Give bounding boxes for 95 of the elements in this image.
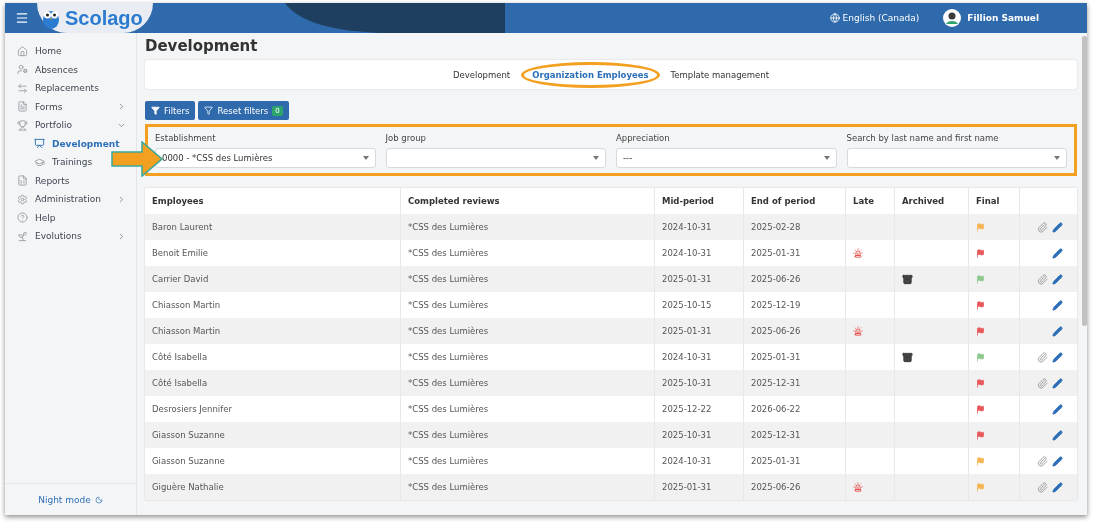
table-row[interactable]: Giasson Suzanne *CSS des Lumières 2025-10-31 2025-12-31 [145, 422, 1077, 448]
sidebar-item[interactable]: Portfolio [5, 116, 136, 135]
paperclip-icon[interactable] [1037, 221, 1048, 233]
sidebar-item-icon [17, 193, 28, 205]
sidebar-item-icon [17, 45, 28, 57]
filter-label: Search by last name and first name [846, 133, 1000, 143]
edit-icon[interactable] [1052, 351, 1063, 363]
sidebar-item-icon [17, 230, 28, 242]
table-cell-text: Benoit Emilie [151, 247, 209, 260]
caret-icon [823, 156, 830, 160]
caret-icon [593, 156, 599, 160]
language-selector[interactable]: English (Canada) [829, 13, 920, 23]
sidebar-subitem[interactable]: Trainings [5, 153, 97, 172]
sidebar-item[interactable]: Help [5, 208, 136, 227]
edit-icon[interactable] [1052, 403, 1063, 415]
table-row[interactable]: Giasson Suzanne *CSS des Lumières 2024-10-31 2025-01-31 [145, 448, 1077, 474]
edit-icon[interactable] [1052, 247, 1063, 259]
table-cell-text: Côté Isabella [151, 377, 209, 390]
avatar-icon[interactable] [943, 9, 962, 27]
sidebar-item[interactable]: Absences [5, 60, 136, 79]
caret-icon [1054, 156, 1060, 160]
table-row[interactable]: Côté Isabella *CSS des Lumières 2025-10-31 2025-12-31 [145, 370, 1077, 396]
column-header: Employees [151, 195, 205, 208]
sidebar-item-icon [34, 138, 45, 150]
select-field[interactable] [846, 148, 1067, 168]
edit-icon[interactable] [1052, 299, 1063, 311]
sidebar-item-icon [17, 212, 28, 224]
edit-icon[interactable] [1052, 429, 1063, 441]
tab[interactable]: Template management [670, 67, 769, 82]
table-row[interactable]: Desrosiers Jennifer *CSS des Lumières 2025-12-22 2026-06-22 [145, 396, 1077, 422]
tab[interactable]: Organization Employees [532, 67, 649, 82]
sidebar-item-icon [34, 156, 45, 168]
table-row[interactable]: Baron Laurent *CSS des Lumières 2024-10-31 2025-02-28 [145, 214, 1077, 240]
table-cell-text: Giasson Suzanne [151, 455, 226, 468]
table-cell: 2025-01-31 [654, 474, 743, 500]
moon-icon [94, 495, 103, 504]
table-cell: 2025-06-26 [743, 474, 845, 500]
sidebar-item-icon [17, 82, 28, 94]
caret-icon [362, 156, 369, 160]
filter-label: Appreciation [616, 133, 671, 143]
select-field[interactable] [385, 148, 606, 168]
table-cell-text: Baron Laurent [151, 221, 214, 234]
filters-button[interactable]: Filters [145, 101, 196, 120]
menu-icon[interactable] [15, 11, 29, 25]
sidebar-item[interactable]: Administration [5, 190, 136, 209]
sidebar-item[interactable]: Reports [5, 171, 136, 190]
page-title: Development [145, 37, 259, 55]
table-row[interactable]: Benoit Emilie *CSS des Lumières 2024-10-31 2025-01-31 [145, 240, 1077, 266]
table-cell-text: Desrosiers Jennifer [151, 403, 233, 416]
edit-icon[interactable] [1052, 221, 1063, 233]
sidebar-subitem[interactable]: Development [5, 134, 124, 153]
table-cell: *CSS des Lumières [400, 474, 654, 500]
edit-icon[interactable] [1052, 325, 1063, 337]
tab[interactable]: Development [453, 67, 511, 82]
paperclip-icon[interactable] [1037, 273, 1048, 285]
paperclip-icon[interactable] [1037, 481, 1048, 493]
table-row[interactable]: Giguère Nathalie *CSS des Lumières 2025-01-31 2025-06-26 [145, 474, 1077, 500]
select-field[interactable]: 0000 - *CSS des Lumières [155, 148, 376, 168]
table-row[interactable]: Chiasson Martin *CSS des Lumières 2025-01-31 2025-06-26 [145, 318, 1077, 344]
chevron-icon [117, 231, 126, 241]
filter-icon [204, 106, 214, 115]
sidebar-item-icon [17, 175, 28, 187]
filter-label: Job group [385, 133, 427, 143]
globe-icon [829, 13, 840, 23]
edit-icon[interactable] [1052, 455, 1063, 467]
table-cell-text: Chiasson Martin [151, 299, 222, 312]
paperclip-icon[interactable] [1037, 455, 1048, 467]
night-mode-toggle[interactable]: Night mode [38, 494, 103, 505]
user-name[interactable]: Fillion Samuel [967, 13, 1039, 23]
table-cell-text: Giguère Nathalie [151, 481, 225, 494]
chevron-icon [117, 194, 126, 204]
sidebar-item-icon [17, 101, 28, 113]
table-cell-text: Giasson Suzanne [151, 429, 226, 442]
paperclip-icon[interactable] [1037, 351, 1048, 363]
logo: Scolago [37, 3, 153, 33]
edit-icon[interactable] [1052, 273, 1063, 285]
table-cell-text: Côté Isabella [151, 351, 209, 364]
table-cell-text: Carrier David [151, 273, 210, 286]
sidebar-item[interactable]: Home [5, 42, 136, 61]
table-row[interactable]: Côté Isabella *CSS des Lumières 2024-10-31 2025-01-31 [145, 344, 1077, 370]
sidebar-item[interactable]: Forms [5, 97, 136, 116]
sidebar-item-icon [17, 119, 28, 131]
select-field[interactable]: --- [616, 148, 837, 168]
scrollbar[interactable] [1082, 36, 1087, 326]
paperclip-icon[interactable] [1037, 377, 1048, 389]
sidebar-item-icon [17, 64, 28, 76]
filter-label: Establishment [155, 133, 217, 143]
sidebar-item[interactable]: Evolutions [5, 227, 136, 246]
edit-icon[interactable] [1052, 377, 1063, 389]
table-cell-text: Chiasson Martin [151, 325, 222, 338]
sidebar-item[interactable]: Replacements [5, 79, 136, 98]
edit-icon[interactable] [1052, 481, 1063, 493]
table-row[interactable]: Chiasson Martin *CSS des Lumières 2025-10-15 2025-12-19 [145, 292, 1077, 318]
table-row[interactable]: Carrier David *CSS des Lumières 2025-01-31 2025-06-26 [145, 266, 1077, 292]
filter-icon [151, 106, 160, 115]
